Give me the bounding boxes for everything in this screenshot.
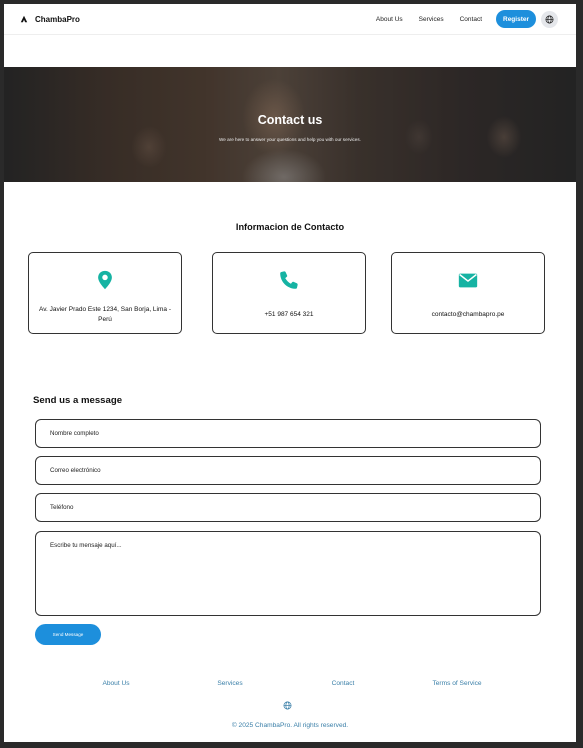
nav-link-contact[interactable]: Contact <box>460 16 482 23</box>
email-input[interactable] <box>35 456 541 485</box>
language-button[interactable] <box>541 10 558 28</box>
nav-links: About Us Services Contact Register <box>360 10 558 28</box>
send-message-button[interactable]: Send Message <box>35 624 101 645</box>
footer-link-about[interactable]: About Us <box>102 680 129 687</box>
register-button[interactable]: Register <box>496 10 536 28</box>
footer-link-services[interactable]: Services <box>217 680 242 687</box>
logo-icon <box>20 15 28 23</box>
contact-info-title: Informacion de Contacto <box>235 222 345 232</box>
brand[interactable]: ChambaPro <box>20 15 80 24</box>
phone-input[interactable] <box>35 493 541 522</box>
map-pin-icon <box>98 270 112 290</box>
footer-link-terms[interactable]: Terms of Service <box>432 680 481 687</box>
nav-link-about[interactable]: About Us <box>376 16 403 23</box>
globe-icon <box>283 701 291 709</box>
hero-banner: Contact us We are here to answer your qu… <box>4 67 576 182</box>
footer-links: About Us Services Contact Terms of Servi… <box>4 680 576 690</box>
footer-link-contact[interactable]: Contact <box>332 680 355 687</box>
message-textarea[interactable] <box>35 531 541 616</box>
copyright-text: © 2025 ChambaPro. All rights reserved. <box>231 722 349 729</box>
email-text[interactable]: contacto@chambapro.pe <box>400 310 536 320</box>
phone-text[interactable]: +51 987 654 321 <box>221 310 357 320</box>
address-text: Av. Javier Prado Este 1234, San Borja, L… <box>39 306 171 323</box>
form-title: Send us a message <box>33 395 123 406</box>
brand-name: ChambaPro <box>35 14 80 24</box>
top-navbar: ChambaPro About Us Services Contact Regi… <box>4 4 576 35</box>
hero-subtitle: We are here to answer your questions and… <box>219 137 361 142</box>
nav-link-services[interactable]: Services <box>419 16 444 23</box>
email-card: contacto@chambapro.pe <box>391 252 545 334</box>
phone-icon <box>280 271 298 289</box>
envelope-icon <box>458 273 478 288</box>
globe-icon <box>545 15 554 23</box>
footer-language-button[interactable] <box>282 700 292 710</box>
address-card: Av. Javier Prado Este 1234, San Borja, L… <box>28 252 182 334</box>
hero-title: Contact us <box>257 113 323 127</box>
name-input[interactable] <box>35 419 541 448</box>
contact-page: ChambaPro About Us Services Contact Regi… <box>4 4 576 742</box>
phone-card: +51 987 654 321 <box>212 252 366 334</box>
